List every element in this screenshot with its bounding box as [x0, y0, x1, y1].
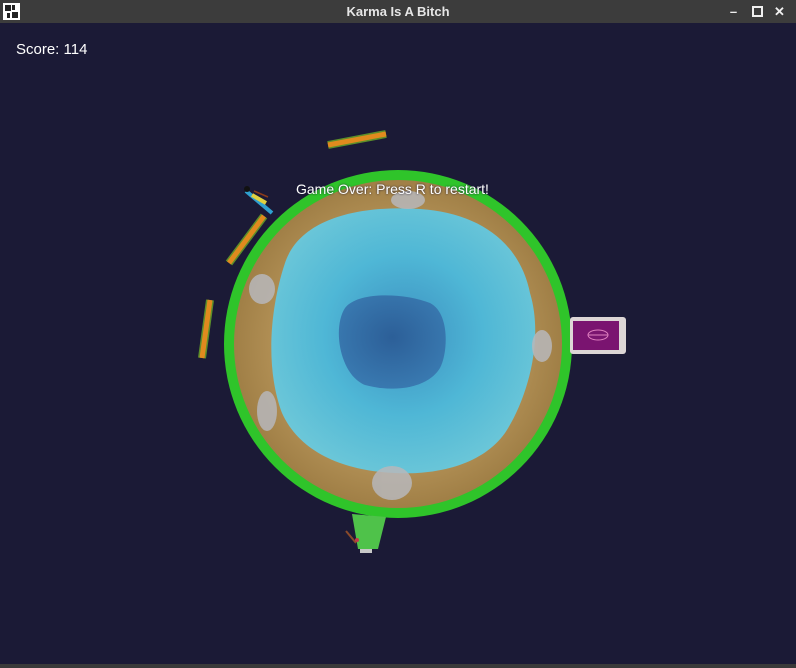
planet	[224, 170, 572, 518]
barrier	[327, 130, 387, 149]
planet-deep-water	[338, 295, 446, 389]
player-character	[244, 186, 274, 215]
score-label: Score: 114	[16, 41, 88, 58]
minimize-icon: –	[729, 4, 738, 19]
barrier	[198, 299, 214, 359]
maximize-button[interactable]	[748, 2, 767, 21]
maximize-icon	[752, 5, 763, 17]
title-bar[interactable]: Karma Is A Bitch – ✕	[0, 0, 796, 23]
game-canvas[interactable]: Score: 114 Game Over: Press R to restart…	[0, 23, 796, 664]
window-title: Karma Is A Bitch	[346, 4, 450, 19]
minimize-button[interactable]: –	[724, 2, 743, 21]
game-over-message: Game Over: Press R to restart!	[296, 181, 489, 197]
window-bottom-border	[0, 664, 796, 668]
tree-character	[345, 514, 386, 553]
close-icon: ✕	[774, 4, 785, 19]
game-scene	[198, 130, 626, 553]
game-window: Karma Is A Bitch – ✕ Score: 114 Game Ove…	[0, 0, 796, 668]
close-button[interactable]: ✕	[770, 2, 789, 21]
magic-rug	[570, 317, 626, 354]
